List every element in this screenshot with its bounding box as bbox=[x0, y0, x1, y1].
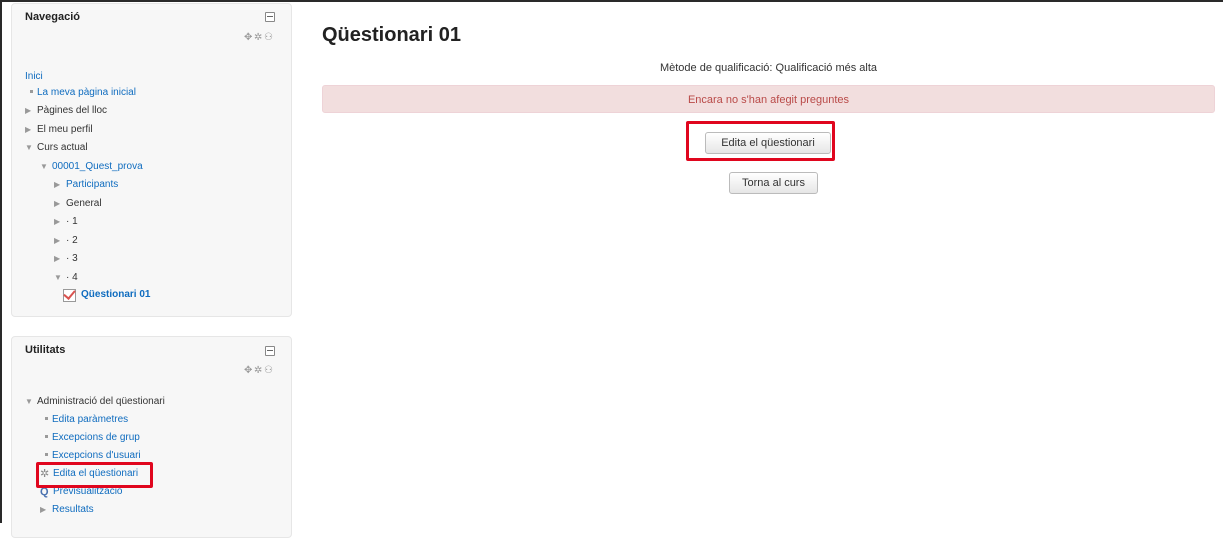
nav-item-general[interactable]: ▶ General bbox=[54, 197, 102, 211]
util-item-label[interactable]: Excepcions de grup bbox=[52, 432, 140, 443]
util-item-quiz-admin[interactable]: ▼ Administració del qüestionari bbox=[25, 395, 165, 409]
no-questions-alert: Encara no s'han afegit preguntes bbox=[322, 85, 1215, 113]
expand-arrow-icon[interactable]: ▶ bbox=[54, 197, 66, 211]
back-to-course-button[interactable]: Torna al curs bbox=[729, 172, 818, 194]
expand-arrow-icon[interactable]: ▶ bbox=[54, 234, 66, 248]
expand-arrow-icon[interactable]: ▶ bbox=[54, 178, 66, 192]
nav-item-label[interactable]: · 1 bbox=[66, 216, 78, 227]
utilities-block-title: Utilitats bbox=[25, 344, 66, 356]
bullet-icon bbox=[40, 449, 52, 463]
util-item-user-overrides[interactable]: Excepcions d'usuari bbox=[40, 449, 141, 463]
util-item-label[interactable]: Excepcions d'usuari bbox=[52, 450, 141, 461]
bullet-icon bbox=[25, 86, 37, 100]
util-item-label[interactable]: Administració del qüestionari bbox=[37, 396, 165, 407]
block-controls: ✥✲⚇ bbox=[244, 365, 274, 376]
util-item-label[interactable]: Resultats bbox=[52, 504, 94, 515]
window-frame-top bbox=[0, 0, 1223, 2]
util-item-edit-settings[interactable]: Edita paràmetres bbox=[40, 413, 128, 427]
gear-icon[interactable]: ✲ bbox=[254, 365, 264, 376]
util-item-group-overrides[interactable]: Excepcions de grup bbox=[40, 431, 140, 445]
nav-item-section-4[interactable]: ▼ · 4 bbox=[54, 271, 78, 285]
move-icon[interactable]: ✥ bbox=[244, 365, 254, 376]
expand-arrow-icon[interactable]: ▶ bbox=[54, 215, 66, 229]
expand-arrow-icon[interactable]: ▶ bbox=[25, 104, 37, 118]
collapse-icon[interactable] bbox=[265, 346, 275, 356]
expand-arrow-icon[interactable]: ▶ bbox=[40, 503, 52, 517]
nav-item-home[interactable]: Inici bbox=[25, 70, 43, 84]
collapse-arrow-icon[interactable]: ▼ bbox=[25, 395, 37, 409]
bullet-icon bbox=[40, 431, 52, 445]
navigation-block-title: Navegació bbox=[25, 11, 81, 23]
window-frame-left bbox=[0, 0, 2, 523]
collapse-arrow-icon[interactable]: ▼ bbox=[40, 160, 52, 174]
expand-arrow-icon[interactable]: ▶ bbox=[25, 123, 37, 137]
nav-item-label[interactable]: Qüestionari 01 bbox=[81, 289, 150, 300]
nav-item-label[interactable]: · 2 bbox=[66, 235, 78, 246]
navigation-block: Navegació ✥✲⚇ Inici La meva pàgina inici… bbox=[11, 3, 292, 317]
nav-item-label[interactable]: Curs actual bbox=[37, 142, 88, 153]
nav-item-label[interactable]: General bbox=[66, 198, 102, 209]
nav-item-section-2[interactable]: ▶ · 2 bbox=[54, 234, 78, 248]
nav-item-label[interactable]: Inici bbox=[25, 71, 43, 82]
nav-item-quiz[interactable]: Qüestionari 01 bbox=[63, 288, 150, 302]
collapse-icon[interactable] bbox=[265, 12, 275, 22]
nav-item-label[interactable]: · 3 bbox=[66, 253, 78, 264]
nav-item-label[interactable]: · 4 bbox=[66, 272, 78, 283]
nav-item-section-3[interactable]: ▶ · 3 bbox=[54, 252, 78, 266]
nav-item-label[interactable]: Pàgines del lloc bbox=[37, 105, 107, 116]
nav-item-section-1[interactable]: ▶ · 1 bbox=[54, 215, 78, 229]
assign-roles-icon[interactable]: ⚇ bbox=[264, 365, 274, 376]
move-icon[interactable]: ✥ bbox=[244, 32, 254, 43]
highlight-frame-sidebar bbox=[36, 462, 153, 488]
nav-item-my-home[interactable]: La meva pàgina inicial bbox=[25, 86, 136, 100]
expand-arrow-icon[interactable]: ▶ bbox=[54, 252, 66, 266]
util-item-results[interactable]: ▶ Resultats bbox=[40, 503, 94, 517]
quiz-icon bbox=[63, 289, 76, 302]
block-controls: ✥✲⚇ bbox=[244, 32, 274, 43]
nav-item-my-profile[interactable]: ▶ El meu perfil bbox=[25, 123, 93, 137]
nav-item-label[interactable]: El meu perfil bbox=[37, 124, 93, 135]
nav-item-site-pages[interactable]: ▶ Pàgines del lloc bbox=[25, 104, 107, 118]
nav-item-label[interactable]: 00001_Quest_prova bbox=[52, 161, 143, 172]
grading-method: Mètode de qualificació: Qualificació més… bbox=[659, 62, 878, 74]
assign-roles-icon[interactable]: ⚇ bbox=[264, 32, 274, 43]
utilities-block: Utilitats ✥✲⚇ ▼ Administració del qüestio… bbox=[11, 336, 292, 538]
page-title: Qüestionari 01 bbox=[322, 24, 461, 46]
nav-item-current-course[interactable]: ▼ Curs actual bbox=[25, 141, 88, 155]
nav-item-participants[interactable]: ▶ Participants bbox=[54, 178, 118, 192]
edit-quiz-button[interactable]: Edita el qüestionari bbox=[705, 132, 831, 154]
bullet-icon bbox=[40, 413, 52, 427]
nav-item-label[interactable]: La meva pàgina inicial bbox=[37, 87, 136, 98]
nav-item-label[interactable]: Participants bbox=[66, 179, 118, 190]
collapse-arrow-icon[interactable]: ▼ bbox=[25, 141, 37, 155]
nav-item-course[interactable]: ▼ 00001_Quest_prova bbox=[40, 160, 143, 174]
collapse-arrow-icon[interactable]: ▼ bbox=[54, 271, 66, 285]
util-item-label[interactable]: Edita paràmetres bbox=[52, 414, 128, 425]
gear-icon[interactable]: ✲ bbox=[254, 32, 264, 43]
